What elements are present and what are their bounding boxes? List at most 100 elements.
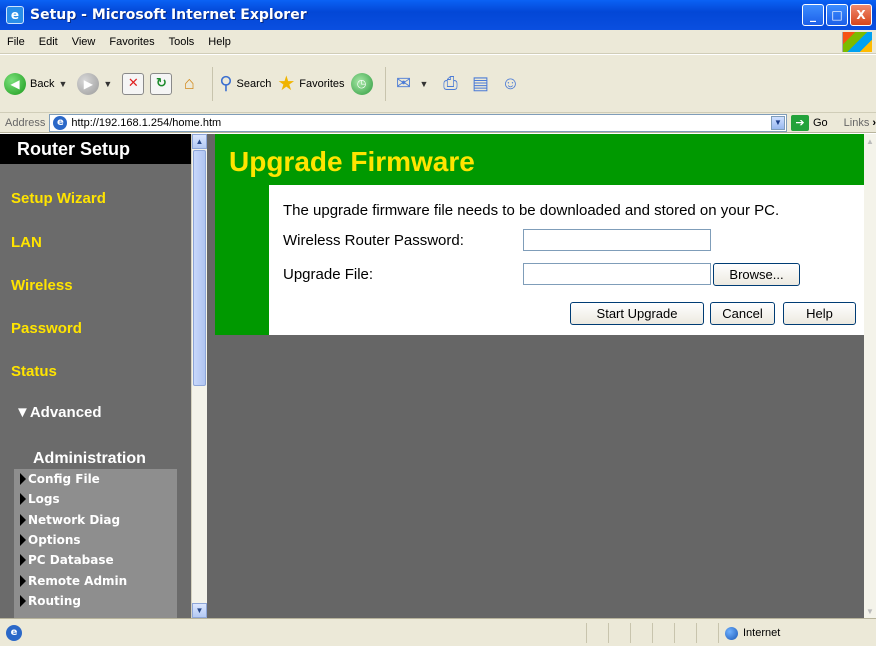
arrow-right-icon xyxy=(20,473,26,486)
edit-page-icon: ▤ xyxy=(471,73,489,93)
back-dropdown-icon[interactable]: ▼ xyxy=(58,79,67,89)
go-label: Go xyxy=(812,116,828,129)
go-button[interactable]: ➔ Go xyxy=(790,114,828,131)
status-cell xyxy=(608,623,630,643)
window-title: Setup - Microsoft Internet Explorer xyxy=(30,7,307,23)
favorites-button[interactable]: ★ Favorites xyxy=(277,71,344,96)
upgrade-description: The upgrade firmware file needs to be do… xyxy=(283,202,780,219)
submenu-item-remote-admin[interactable]: Remote Admin xyxy=(14,570,177,590)
submenu-item-routing[interactable]: Routing xyxy=(14,591,177,611)
upgrade-form: The upgrade firmware file needs to be do… xyxy=(269,185,864,335)
status-cells xyxy=(586,623,718,643)
menu-tools[interactable]: Tools xyxy=(162,36,202,48)
minimize-button[interactable]: _ xyxy=(802,4,824,26)
page-icon: e xyxy=(53,115,68,130)
forward-button[interactable]: ▶ ▼ xyxy=(77,72,116,95)
forward-dropdown-icon[interactable]: ▼ xyxy=(103,79,112,89)
submenu-item-network-diag[interactable]: Network Diag xyxy=(14,510,177,530)
sidebar-item-setup-wizard[interactable]: Setup Wizard xyxy=(11,190,106,207)
favorites-label: Favorites xyxy=(299,77,345,90)
close-button[interactable]: X xyxy=(850,4,872,26)
browser-toolbar: ◀ Back ▼ ▶ ▼ ✕ ↻ ⌂ ⚲ Search ★ Favorites … xyxy=(0,55,876,113)
address-dropdown-icon[interactable]: ▼ xyxy=(770,115,785,130)
menu-view[interactable]: View xyxy=(65,36,103,48)
page-scrollbar[interactable]: ▲ ▼ xyxy=(864,134,876,618)
sidebar-scrollbar[interactable]: ▲ ▼ xyxy=(191,134,207,618)
sidebar-item-advanced[interactable]: ▼Advanced xyxy=(15,404,102,421)
sidebar-item-password[interactable]: Password xyxy=(11,320,82,337)
mail-button[interactable]: ✉ ▼ xyxy=(392,73,433,95)
search-button[interactable]: ⚲ Search xyxy=(219,73,271,94)
help-button[interactable]: Help xyxy=(783,302,856,325)
scroll-up-icon[interactable]: ▲ xyxy=(864,134,876,148)
scroll-up-icon[interactable]: ▲ xyxy=(192,134,207,149)
refresh-icon: ↻ xyxy=(150,72,173,95)
maximize-button[interactable]: □ xyxy=(826,4,848,26)
sidebar-scroll-thumb[interactable] xyxy=(193,150,206,386)
history-icon: ◷ xyxy=(350,72,373,95)
menu-file[interactable]: File xyxy=(0,36,32,48)
menu-bar: File Edit View Favorites Tools Help xyxy=(0,30,876,54)
back-arrow-icon: ◀ xyxy=(4,72,26,95)
home-button[interactable]: ⌂ xyxy=(178,73,200,95)
back-button[interactable]: ◀ Back ▼ xyxy=(4,72,71,95)
page-title: Upgrade Firmware xyxy=(229,146,475,177)
submenu-label: Routing xyxy=(28,593,82,608)
stop-button[interactable]: ✕ xyxy=(122,72,145,95)
browse-button[interactable]: Browse... xyxy=(713,263,800,286)
print-button[interactable]: ⎙ xyxy=(438,73,462,95)
toolbar-separator xyxy=(384,66,386,101)
sidebar-item-wireless[interactable]: Wireless xyxy=(11,277,73,294)
favorites-star-icon: ★ xyxy=(277,73,296,95)
submenu-item-pc-database[interactable]: PC Database xyxy=(14,550,177,570)
security-zone: Internet xyxy=(718,623,868,643)
zone-label: Internet xyxy=(743,627,781,639)
go-arrow-icon: ➔ xyxy=(790,114,809,131)
window-titlebar: e Setup - Microsoft Internet Explorer _ … xyxy=(0,0,876,30)
toolbar-separator xyxy=(212,66,214,101)
window-controls: _ □ X xyxy=(802,4,872,26)
arrow-right-icon xyxy=(20,554,26,567)
history-button[interactable]: ◷ xyxy=(350,72,373,95)
sidebar-section-administration[interactable]: Administration xyxy=(33,450,146,468)
upgrade-file-input[interactable] xyxy=(523,263,711,285)
submenu-label: Options xyxy=(28,533,81,548)
sidebar-item-status[interactable]: Status xyxy=(11,363,57,380)
sidebar-item-lan[interactable]: LAN xyxy=(11,234,42,251)
back-label: Back xyxy=(30,77,55,90)
password-input[interactable] xyxy=(523,229,711,251)
mail-dropdown-icon[interactable]: ▼ xyxy=(420,79,429,89)
status-cell xyxy=(696,623,718,643)
mail-icon: ✉ xyxy=(396,73,412,93)
status-bar: e Internet xyxy=(0,618,876,646)
submenu-label: Config File xyxy=(28,472,100,487)
status-cell xyxy=(674,623,696,643)
messenger-button[interactable]: ☺ xyxy=(498,73,522,95)
menu-help[interactable]: Help xyxy=(201,36,238,48)
submenu-label: PC Database xyxy=(28,553,114,568)
start-upgrade-button[interactable]: Start Upgrade xyxy=(570,302,704,325)
stop-icon: ✕ xyxy=(122,72,145,95)
administration-submenu: Config File Logs Network Diag Options PC… xyxy=(14,469,177,618)
edit-button[interactable]: ▤ xyxy=(468,73,492,95)
refresh-button[interactable]: ↻ xyxy=(150,72,173,95)
submenu-item-options[interactable]: Options xyxy=(14,530,177,550)
forward-arrow-icon: ▶ xyxy=(77,72,100,95)
address-url[interactable]: http://192.168.1.254/home.htm xyxy=(71,117,221,129)
print-icon: ⎙ xyxy=(443,73,458,93)
address-input[interactable]: e http://192.168.1.254/home.htm ▼ xyxy=(49,113,787,132)
scroll-down-icon[interactable]: ▼ xyxy=(864,604,876,618)
links-button[interactable]: Links › xyxy=(844,117,876,129)
chevron-right-icon: › xyxy=(872,116,876,129)
arrow-right-icon xyxy=(20,594,26,607)
menu-favorites[interactable]: Favorites xyxy=(102,36,161,48)
main-content: Upgrade Firmware The upgrade firmware fi… xyxy=(215,134,864,618)
cancel-button[interactable]: Cancel xyxy=(710,302,775,325)
arrow-right-icon xyxy=(20,534,26,547)
scroll-down-icon[interactable]: ▼ xyxy=(192,603,207,618)
search-label: Search xyxy=(236,77,272,90)
green-left-border xyxy=(215,185,269,335)
submenu-item-config-file[interactable]: Config File xyxy=(14,469,177,489)
menu-edit[interactable]: Edit xyxy=(32,36,65,48)
submenu-item-logs[interactable]: Logs xyxy=(14,489,177,509)
